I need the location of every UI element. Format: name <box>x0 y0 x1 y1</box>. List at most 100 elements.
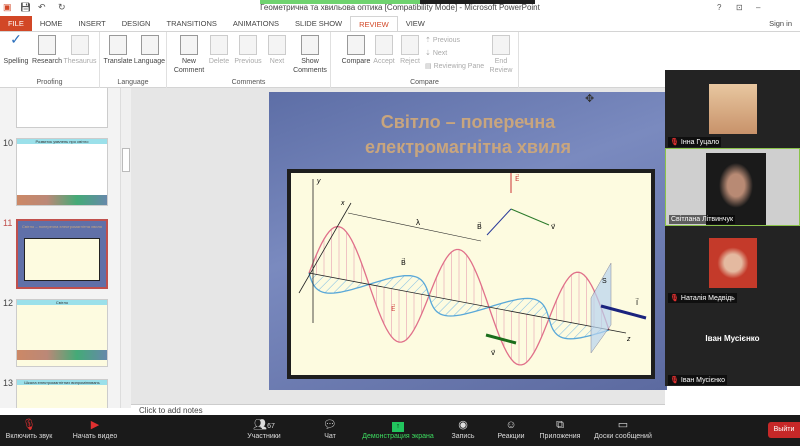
slide-thumbnail-13[interactable]: Шкала електромагнітних випромінювань <box>16 379 108 408</box>
tab-view[interactable]: VIEW <box>398 16 433 31</box>
label: Реакции <box>497 433 525 440</box>
record-button[interactable]: ◉ Запись <box>448 417 478 440</box>
start-video-button[interactable]: ▶︎ Начать видео <box>70 417 120 440</box>
new-comment-button[interactable]: New Comment <box>171 35 207 75</box>
cursor-move-icon: ✥ <box>585 93 595 105</box>
video-tile[interactable]: 🎙︎ Наталія Медвідь <box>665 226 800 304</box>
tab-home[interactable]: HOME <box>32 16 71 31</box>
label: Compare <box>341 58 371 65</box>
notes-placeholder: Click to add notes <box>139 406 203 415</box>
tab-animations[interactable]: ANIMATIONS <box>225 16 287 31</box>
spectrum-image <box>17 350 107 360</box>
current-slide[interactable]: Світло – поперечна електромагнітна хвиля … <box>269 92 667 390</box>
thesaurus-icon <box>71 35 89 55</box>
video-tile[interactable]: Іван Мусієнко 🎙︎ Іван Мусієнко <box>665 304 800 386</box>
tab-slide-show[interactable]: SLIDE SHOW <box>287 16 350 31</box>
tab-transitions[interactable]: TRANSITIONS <box>158 16 224 31</box>
unmute-button[interactable]: 🎙︎ Включить звук <box>4 417 54 440</box>
group-label: Comments <box>231 79 266 86</box>
end-review-button[interactable]: End Review <box>486 35 516 75</box>
b-vector <box>486 208 512 236</box>
translate-icon <box>109 35 127 55</box>
end-review-icon <box>492 35 510 55</box>
research-icon <box>38 35 56 55</box>
video-tile-active-speaker[interactable]: Світлана Літвинчук <box>665 148 800 226</box>
slide-thumbnail-11-selected[interactable]: Світло – поперечна електромагнітна хвиля <box>16 219 108 289</box>
z-label: z <box>626 336 631 343</box>
label: Language <box>133 58 166 65</box>
ribbon-display-icon[interactable]: ⊡ <box>736 3 743 12</box>
video-tile[interactable]: 🎙︎ Інна Гуцало <box>665 70 800 148</box>
participant-photo <box>709 238 757 288</box>
thumbnails-scrollbar[interactable] <box>120 88 131 408</box>
delete-icon <box>210 35 228 55</box>
participants-video-panel: 🎙︎ Інна Гуцало Світлана Літвинчук 🎙︎ Натал… <box>665 70 800 386</box>
tab-file[interactable]: FILE <box>0 16 32 31</box>
slide-number: 13 <box>3 378 14 388</box>
participants-icon: 👥︎67 <box>253 419 275 431</box>
share-screen-icon: ↑ <box>360 417 436 433</box>
s-label: S <box>602 278 607 285</box>
leave-button[interactable]: Выйти <box>768 422 800 438</box>
label: Previous <box>234 58 262 65</box>
thumb-title: Світло – поперечна електромагнітна хвиля <box>22 224 102 229</box>
delete-comment-button[interactable]: Delete <box>207 35 231 66</box>
help-button[interactable]: ? <box>717 3 721 12</box>
scroll-thumb[interactable] <box>122 148 130 172</box>
participant-name: 🎙︎ Інна Гуцало <box>668 137 722 147</box>
e-label: E⃗ <box>515 174 519 183</box>
spelling-button[interactable]: ✓ Spelling <box>2 31 30 66</box>
share-screen-button[interactable]: ↑ Демонстрация экрана <box>360 417 436 440</box>
label: Show Comments <box>293 58 327 74</box>
spelling-icon: ✓ <box>10 31 22 47</box>
next-icon <box>268 35 286 55</box>
previous-change-button[interactable]: ⇡ Previous <box>425 36 460 44</box>
previous-comment-button[interactable]: Previous <box>231 35 265 66</box>
label: Участники <box>247 433 281 440</box>
next-comment-button[interactable]: Next <box>265 35 289 66</box>
reject-button[interactable]: Reject <box>397 35 423 66</box>
label: Reject <box>400 58 420 65</box>
research-button[interactable]: Research <box>32 35 62 66</box>
tab-review[interactable]: REVIEW <box>350 16 398 31</box>
slide-thumbnail-12[interactable]: Світло <box>16 299 108 367</box>
thumb-title: Розвиток уявлень про світло <box>17 139 107 144</box>
slide-thumbnail-9[interactable] <box>16 88 108 128</box>
slide-thumbnail-10[interactable]: Розвиток уявлень про світло <box>16 138 108 206</box>
tab-insert[interactable]: INSERT <box>70 16 113 31</box>
slide-number: 12 <box>3 298 14 308</box>
em-wave-figure: y x z λ E⃗ v⃗ B⃗ E⃗ B⃗ I⃗ S v⃗ <box>287 169 655 379</box>
language-icon <box>140 35 159 55</box>
compare-button[interactable]: Compare <box>339 35 373 66</box>
ribbon-tabs: FILE HOME INSERT DESIGN TRANSITIONS ANIM… <box>0 16 800 31</box>
slide-title[interactable]: Світло – поперечна електромагнітна хвиля <box>269 110 667 160</box>
translate-button[interactable]: Translate <box>102 35 134 66</box>
title-line: Світло – поперечна <box>380 112 556 132</box>
muted-mic-icon: 🎙︎ <box>670 139 679 146</box>
thesaurus-button[interactable]: Thesaurus <box>63 35 97 66</box>
chat-button[interactable]: 💬︎ Чат <box>316 417 344 440</box>
accept-button[interactable]: Accept <box>371 35 397 66</box>
tab-design[interactable]: DESIGN <box>114 16 159 31</box>
show-comments-button[interactable]: Show Comments <box>291 35 329 75</box>
label: Включить звук <box>5 433 53 440</box>
slide-number: 10 <box>3 138 14 148</box>
e-field-hatch <box>316 226 602 365</box>
minimize-icon[interactable]: – <box>756 3 760 12</box>
sign-in-link[interactable]: Sign in <box>761 16 800 31</box>
whiteboards-button[interactable]: ▭ Доски сообщений <box>590 417 656 440</box>
participants-count: 67 <box>267 423 275 430</box>
apps-button[interactable]: ⧉ Приложения <box>536 417 584 440</box>
reviewing-pane-button[interactable]: ▤ Reviewing Pane <box>425 62 484 70</box>
name: Інна Гуцало <box>680 139 720 146</box>
v-vector <box>510 208 550 226</box>
video-off-icon: ▶︎ <box>90 419 100 431</box>
next-change-button[interactable]: ⇣ Next <box>425 49 447 57</box>
language-button[interactable]: Language <box>133 35 166 66</box>
label: Доски сообщений <box>594 433 652 440</box>
reactions-button[interactable]: ☺ Реакции <box>494 417 528 440</box>
slide-thumbnails-pane: 10 Розвиток уявлень про світло 11 Світло… <box>0 88 120 408</box>
title-line: електромагнітна хвиля <box>364 137 572 157</box>
participants-button[interactable]: 👥︎67 Участники <box>244 417 284 440</box>
wavelength-arrow <box>347 212 482 242</box>
